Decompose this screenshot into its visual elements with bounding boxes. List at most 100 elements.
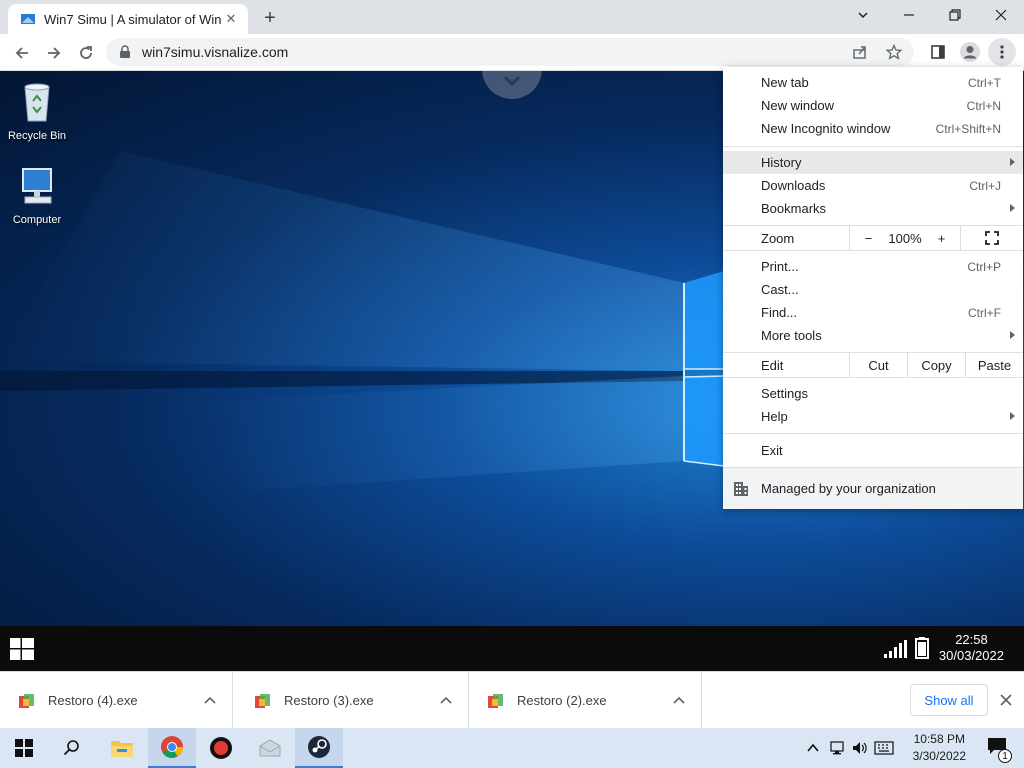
steam-icon[interactable] [295,728,343,768]
managed-by-org-row[interactable]: Managed by your organization [723,468,1023,509]
desktop-icon-recycle-bin[interactable]: Recycle Bin [0,79,74,142]
menu-item-label: Help [761,409,788,424]
menu-item-new-incognito-window[interactable]: New Incognito window Ctrl+Shift+N [723,117,1023,140]
share-icon[interactable] [846,38,874,66]
menu-item-shortcut: Ctrl+P [967,259,1001,274]
windows-start-icon [15,739,33,757]
screen: Win7 Simu | A simulator of Windows ✕ + [0,0,1024,768]
chevron-up-icon[interactable] [806,741,820,755]
submenu-arrow-icon [1010,331,1015,339]
download-item[interactable]: Restoro (3).exe [236,672,469,729]
building-icon [734,482,748,496]
host-clock[interactable]: 10:58 PM 3/30/2022 [913,731,966,765]
menu-item-exit[interactable]: Exit [723,439,1023,462]
simulated-taskbar: 22:58 30/03/2022 [0,626,1024,671]
show-all-button[interactable]: Show all [910,684,988,716]
keyboard-icon[interactable] [874,741,894,755]
menu-item-label: Downloads [761,178,826,193]
chevron-up-icon[interactable] [434,695,458,707]
fullscreen-icon [985,231,999,245]
tab-close-icon[interactable]: ✕ [222,10,240,28]
volume-icon[interactable] [852,740,868,756]
menu-item-shortcut: Ctrl+J [969,178,1001,193]
paste-button[interactable]: Paste [965,353,1023,377]
download-filename: Restoro (4).exe [48,693,138,708]
fullscreen-button[interactable] [960,226,1023,250]
clock-date: 30/03/2022 [938,648,1004,663]
desktop-icon-label: Recycle Bin [7,130,67,142]
restore-icon[interactable] [932,0,978,30]
close-window-icon[interactable] [978,0,1024,30]
menu-item-bookmarks[interactable]: Bookmarks [723,197,1023,220]
url-text: win7simu.visnalize.com [142,44,289,60]
back-icon[interactable] [8,39,36,67]
kebab-menu-icon[interactable] [988,38,1016,66]
close-shelf-icon[interactable] [996,688,1016,712]
menu-item-help[interactable]: Help [723,405,1023,428]
menu-item-settings[interactable]: Settings [723,382,1023,405]
restoro-file-icon [19,693,34,708]
computer-icon [22,168,52,204]
forward-icon[interactable] [40,39,68,67]
profile-avatar-icon[interactable] [956,38,984,66]
browser-tab[interactable]: Win7 Simu | A simulator of Windows ✕ [8,4,248,34]
restoro-file-icon [255,693,270,708]
mail-app-icon[interactable] [246,728,294,768]
file-explorer-icon[interactable] [98,728,146,768]
minimize-icon[interactable] [886,0,932,30]
menu-item-label: Exit [761,443,783,458]
bookmark-star-icon[interactable] [880,38,908,66]
search-icon[interactable] [48,728,96,768]
menu-item-label: New Incognito window [761,121,891,136]
tab-strip: Win7 Simu | A simulator of Windows ✕ + [0,0,1024,34]
menu-item-downloads[interactable]: Downloads Ctrl+J [723,174,1023,197]
chevron-up-icon[interactable] [667,695,691,707]
host-start-button[interactable] [0,728,48,768]
signal-icon[interactable] [884,640,908,658]
menu-item-label: Find... [761,305,798,320]
notification-center-icon[interactable]: 1 [986,736,1012,763]
menu-separator [723,377,1023,378]
menu-item-label: History [761,155,802,170]
tab-search-icon[interactable] [840,0,886,30]
menu-item-find[interactable]: Find... Ctrl+F [723,301,1023,324]
submenu-arrow-icon [1010,204,1015,212]
menu-item-label: More tools [761,328,822,343]
download-item[interactable]: Restoro (2).exe [469,672,702,729]
tray-icons [806,728,894,768]
browser-toolbar: win7simu.visnalize.com [0,34,1024,71]
chrome-taskbar-icon[interactable] [148,728,196,768]
menu-item-label: Print... [761,259,799,274]
menu-item-cast[interactable]: Cast... [723,278,1023,301]
omnibox-actions [846,38,914,66]
reload-icon[interactable] [72,39,100,67]
windows-start-icon[interactable] [10,638,34,660]
menu-item-history[interactable]: History [723,151,1023,174]
chevron-up-icon[interactable] [198,695,222,707]
network-icon[interactable] [830,740,846,756]
battery-icon[interactable] [915,637,929,659]
zoom-out-button[interactable]: − [849,226,887,250]
menu-item-print[interactable]: Print... Ctrl+P [723,255,1023,278]
host-date: 3/30/2022 [912,749,966,763]
host-taskbar: 10:58 PM 3/30/2022 1 [0,728,1024,768]
zoom-in-button[interactable]: + [923,226,960,250]
simulated-clock[interactable]: 22:58 30/03/2022 [939,632,1004,664]
copy-button[interactable]: Copy [907,353,965,377]
lock-icon [120,45,130,58]
recorder-icon[interactable] [197,728,245,768]
menu-item-new-window[interactable]: New window Ctrl+N [723,94,1023,117]
menu-separator [723,250,1023,251]
desktop-icon-computer[interactable]: Computer [0,163,74,226]
restoro-file-icon [488,693,503,708]
download-item[interactable]: Restoro (4).exe [0,672,233,729]
recycle-bin-icon [24,83,50,122]
side-panel-icon[interactable] [924,38,952,66]
menu-item-more-tools[interactable]: More tools [723,324,1023,347]
menu-item-new-tab[interactable]: New tab Ctrl+T [723,71,1023,94]
menu-item-label: Bookmarks [761,201,827,216]
new-tab-icon[interactable]: + [258,6,282,30]
address-bar[interactable]: win7simu.visnalize.com [106,38,914,66]
cut-button[interactable]: Cut [849,353,907,377]
menu-separator [723,433,1023,434]
